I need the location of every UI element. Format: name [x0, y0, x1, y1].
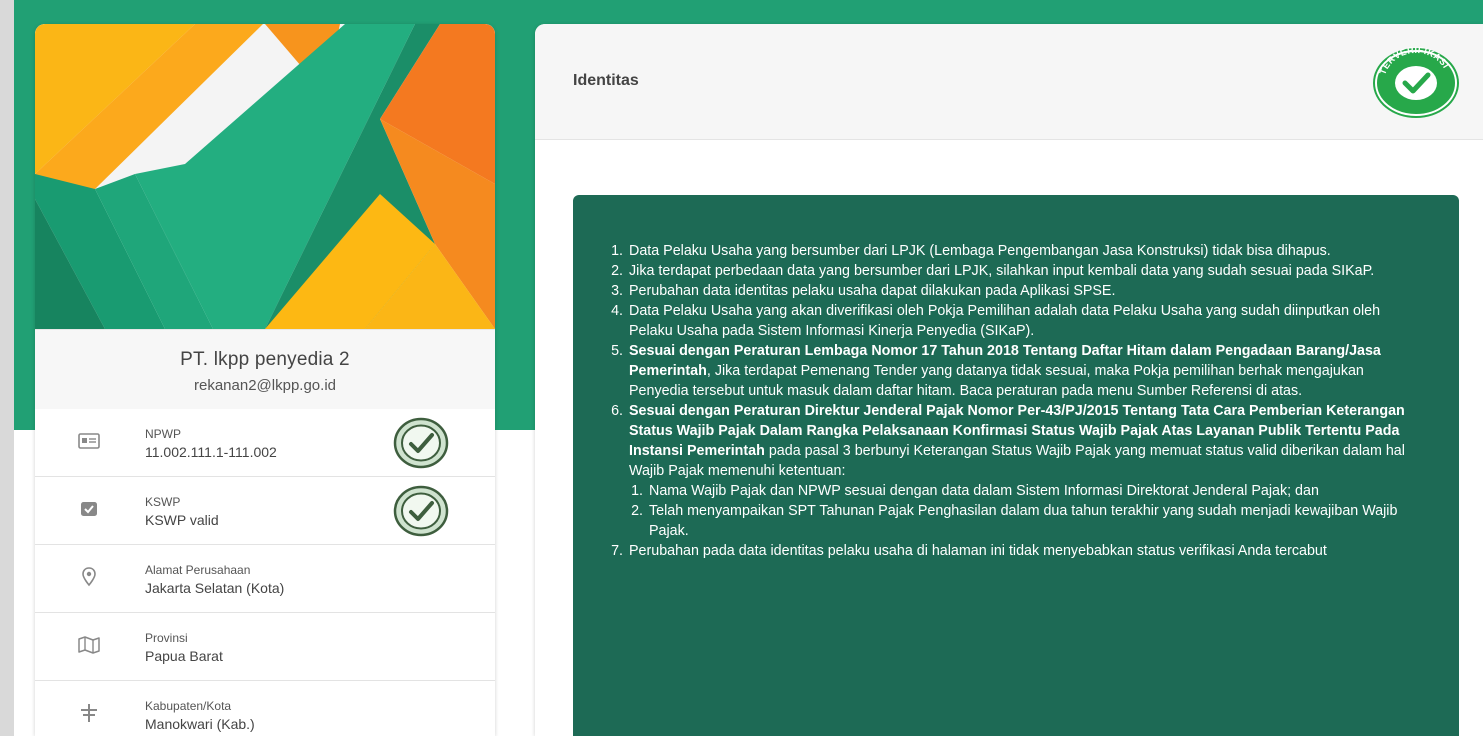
- signpost-icon: [81, 704, 97, 722]
- info-value: Manokwari (Kab.): [145, 716, 255, 732]
- notice-sublist: Nama Wajib Pajak dan NPWP sesuai dengan …: [629, 481, 1427, 541]
- notice-item: Sesuai dengan Peraturan Lembaga Nomor 17…: [627, 341, 1427, 401]
- info-value: Jakarta Selatan (Kota): [145, 580, 285, 596]
- window-left-edge: [0, 0, 14, 736]
- info-value: KSWP valid: [145, 512, 219, 528]
- info-label: Kabupaten/Kota: [145, 699, 232, 713]
- notice-item: Perubahan pada data identitas pelaku usa…: [627, 541, 1427, 561]
- page-title: Identitas: [573, 72, 639, 89]
- notice-box: Data Pelaku Usaha yang bersumber dari LP…: [573, 195, 1459, 736]
- info-item-kswp: KSWP KSWP valid: [35, 477, 495, 545]
- notice-item: Data Pelaku Usaha yang akan diverifikasi…: [627, 301, 1427, 341]
- info-label: Provinsi: [145, 631, 188, 645]
- notice-item: Data Pelaku Usaha yang bersumber dari LP…: [627, 241, 1427, 261]
- info-item-address: Alamat Perusahaan Jakarta Selatan (Kota): [35, 545, 495, 613]
- info-item-province: Provinsi Papua Barat: [35, 613, 495, 681]
- panel-header: Identitas TERVERIFIKASI: [535, 24, 1483, 140]
- verified-stamp-icon: TERVERIFIKASI: [1373, 46, 1459, 118]
- check-square-icon: [81, 502, 97, 516]
- profile-card: PT. lkpp penyedia 2 rekanan2@lkpp.go.id …: [35, 24, 495, 736]
- notice-subitem: Nama Wajib Pajak dan NPWP sesuai dengan …: [647, 481, 1427, 501]
- notice-list: Data Pelaku Usaha yang bersumber dari LP…: [609, 241, 1427, 561]
- map-pin-icon: [82, 567, 96, 587]
- verified-check-icon: [393, 485, 449, 537]
- notice-subitem: Telah menyampaikan SPT Tahunan Pajak Pen…: [647, 501, 1427, 541]
- map-icon: [78, 636, 100, 654]
- id-card-icon: [78, 433, 100, 449]
- info-item-npwp: NPWP 11.002.111.1-111.002: [35, 409, 495, 477]
- notice-item: Jika terdapat perbedaan data yang bersum…: [627, 261, 1427, 281]
- info-item-regency: Kabupaten/Kota Manokwari (Kab.): [35, 681, 495, 736]
- info-label: KSWP: [145, 495, 181, 509]
- notice-item: Perubahan data identitas pelaku usaha da…: [627, 281, 1427, 301]
- info-label: NPWP: [145, 427, 181, 441]
- info-label: Alamat Perusahaan: [145, 563, 251, 577]
- info-list: NPWP 11.002.111.1-111.002 KSWP KSWP vali…: [35, 409, 495, 736]
- profile-summary: PT. lkpp penyedia 2 rekanan2@lkpp.go.id: [35, 329, 495, 411]
- verified-check-icon: [393, 417, 449, 469]
- company-email: rekanan2@lkpp.go.id: [194, 377, 336, 394]
- info-value: Papua Barat: [145, 648, 223, 664]
- identity-panel: Identitas TERVERIFIKASI Data Pelaku Usah…: [535, 24, 1483, 736]
- company-logo: [35, 24, 495, 329]
- company-name: PT. lkpp penyedia 2: [180, 349, 350, 370]
- info-value: 11.002.111.1-111.002: [145, 444, 277, 460]
- notice-item: Sesuai dengan Peraturan Direktur Jendera…: [627, 401, 1427, 541]
